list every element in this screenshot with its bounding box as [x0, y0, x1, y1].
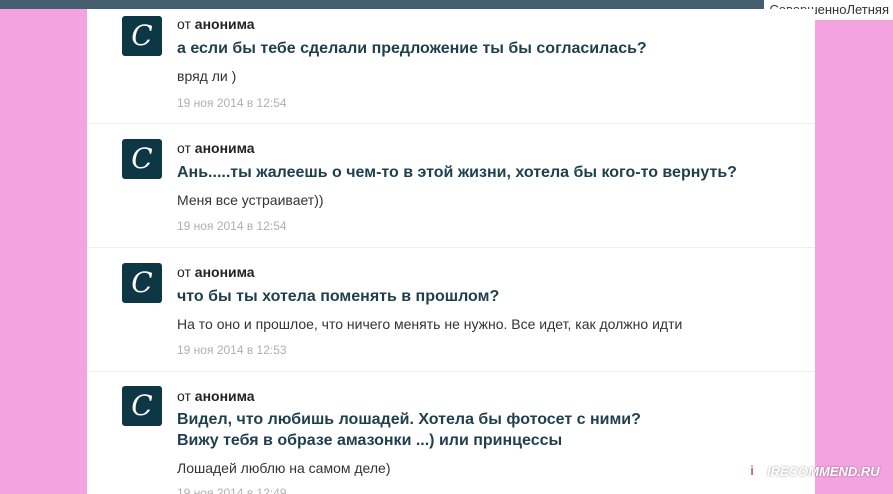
- answer-text: На то оно и прошлое, что ничего менять н…: [177, 316, 683, 332]
- author-name[interactable]: анонима: [195, 16, 255, 32]
- author-name[interactable]: анонима: [195, 140, 255, 156]
- from-prefix: от: [177, 264, 191, 280]
- avatar[interactable]: C: [122, 263, 162, 303]
- answers-panel: C от анонима а если бы тебе сделали пред…: [87, 9, 815, 494]
- author-line: от анонима: [177, 140, 255, 156]
- avatar-letter: C: [131, 389, 153, 422]
- avatar-letter: C: [131, 266, 153, 299]
- timestamp[interactable]: 19 ноя 2014 в 12:54: [177, 219, 287, 233]
- recommend-logo-icon: i: [742, 461, 762, 481]
- from-prefix: от: [177, 16, 191, 32]
- timestamp[interactable]: 19 ноя 2014 в 12:49: [177, 486, 287, 494]
- irecommend-watermark: i IRECOMMEND.RU: [742, 458, 880, 484]
- avatar-letter: C: [131, 19, 153, 52]
- from-prefix: от: [177, 388, 191, 404]
- author-name[interactable]: анонима: [195, 264, 255, 280]
- list-item: C от анонима Ань.....ты жалеешь о чем-то…: [87, 124, 815, 248]
- from-prefix: от: [177, 140, 191, 156]
- watermark-text: IRECOMMEND.RU: [767, 463, 880, 479]
- author-line: от анонима: [177, 16, 255, 32]
- question-text[interactable]: а если бы тебе сделали предложение ты бы…: [177, 38, 647, 59]
- answer-text: Лошадей люблю на самом деле): [177, 460, 391, 476]
- question-text[interactable]: Ань.....ты жалеешь о чем-то в этой жизни…: [177, 162, 737, 183]
- list-item: C от анонима что бы ты хотела поменять в…: [87, 248, 815, 372]
- author-line: от анонима: [177, 264, 255, 280]
- answer-text: Меня все устраивает)): [177, 192, 324, 208]
- avatar[interactable]: C: [122, 386, 162, 426]
- top-bar: [0, 0, 893, 9]
- timestamp[interactable]: 19 ноя 2014 в 12:54: [177, 96, 287, 110]
- avatar-letter: C: [131, 142, 153, 175]
- avatar[interactable]: C: [122, 139, 162, 179]
- answer-text: вряд ли ): [177, 68, 237, 84]
- author-line: от анонима: [177, 388, 255, 404]
- list-item: C от анонима а если бы тебе сделали пред…: [87, 9, 815, 124]
- author-name[interactable]: анонима: [195, 388, 255, 404]
- avatar[interactable]: C: [122, 16, 162, 56]
- timestamp[interactable]: 19 ноя 2014 в 12:53: [177, 343, 287, 357]
- list-item: C от анонима Видел, что любишь лошадей. …: [87, 372, 815, 494]
- question-text[interactable]: что бы ты хотела поменять в прошлом?: [177, 286, 499, 307]
- question-text[interactable]: Видел, что любишь лошадей. Хотела бы фот…: [177, 409, 641, 430]
- question-text-line2[interactable]: Вижу тебя в образе амазонки ...) или при…: [177, 430, 562, 451]
